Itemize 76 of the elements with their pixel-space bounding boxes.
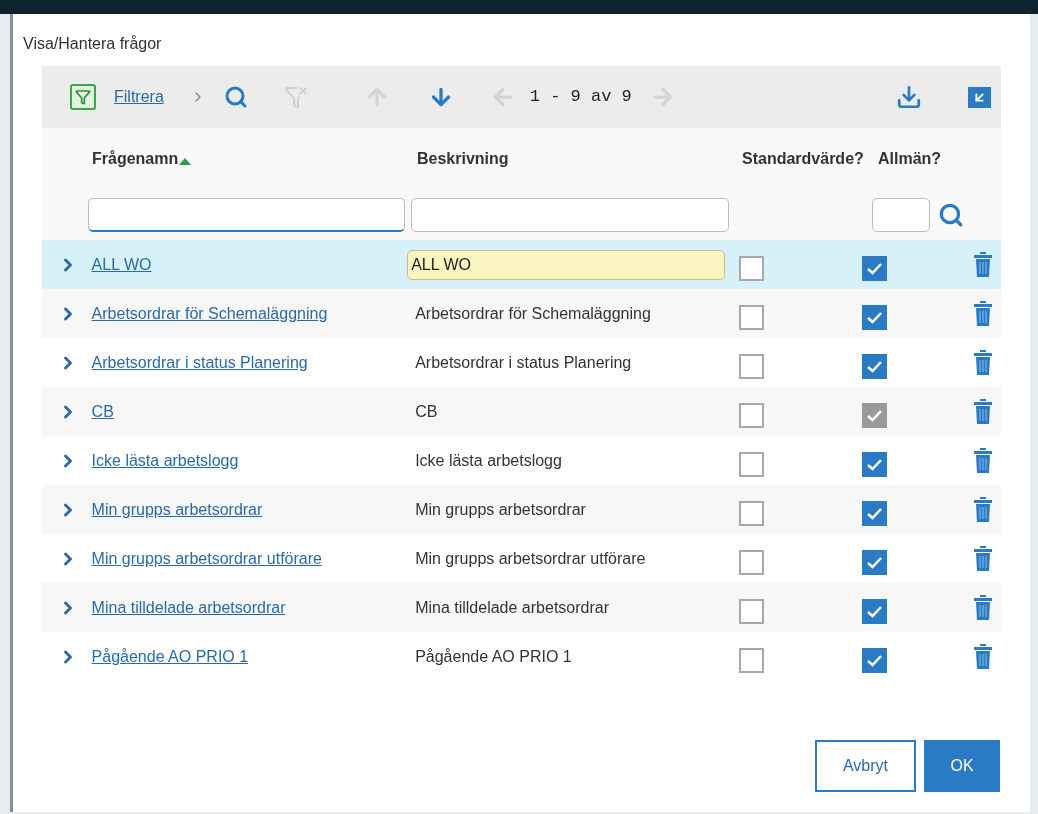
query-name-link[interactable]: CB (91, 402, 114, 420)
cancel-button[interactable]: Avbryt (815, 740, 916, 792)
trash-icon[interactable] (973, 546, 992, 571)
query-name-link[interactable]: Pågående AO PRIO 1 (91, 647, 249, 665)
description-text: Min grupps arbetsordrar (414, 500, 586, 518)
trash-icon[interactable] (973, 301, 992, 326)
checkbox[interactable] (738, 354, 764, 379)
dialog-title: Visa/Hantera frågor (23, 34, 163, 54)
checkbox[interactable] (862, 452, 888, 477)
general-filter-field[interactable] (872, 198, 930, 232)
trash-icon[interactable] (973, 644, 992, 669)
description-text: Pågående AO PRIO 1 (414, 647, 572, 665)
checkbox[interactable] (862, 501, 888, 526)
query-name-link[interactable]: Icke lästa arbetslogg (91, 451, 239, 469)
checkmark-icon (866, 360, 884, 373)
table-row[interactable]: Mina tilldelade arbetsordrar Mina tilldelade arbetsordrar (42, 583, 1001, 632)
table-row[interactable]: ALL WO ALL WO (42, 240, 1001, 289)
trash-icon[interactable] (973, 399, 992, 424)
name-filter-field[interactable] (88, 198, 405, 232)
checkbox[interactable] (862, 550, 888, 575)
column-header[interactable]: Standardvärde? (742, 147, 864, 171)
search-icon[interactable] (938, 202, 964, 228)
description-text: Mina tilldelade arbetsordrar (414, 598, 609, 616)
sort-ascending-icon (179, 158, 192, 165)
column-header[interactable]: Allmän? (878, 147, 942, 171)
query-name-link[interactable]: Mina tilldelade arbetsordrar (91, 598, 286, 616)
checkbox[interactable] (862, 256, 888, 281)
checkmark-icon (866, 556, 884, 569)
trash-icon[interactable] (973, 595, 992, 620)
trash-icon[interactable] (973, 497, 992, 522)
checkbox[interactable] (738, 256, 764, 281)
query-name-link[interactable]: Arbetsordrar för Schemaläggning (91, 304, 328, 322)
query-name-link[interactable]: Min grupps arbetsordrar (91, 500, 263, 518)
description-text: Icke lästa arbetslogg (414, 451, 562, 469)
filter-link[interactable]: Filtrera (114, 85, 164, 109)
description-text: Arbetsordrar för Schemaläggning (414, 304, 651, 322)
checkbox[interactable] (738, 550, 764, 575)
download-icon[interactable] (896, 84, 922, 110)
checkmark-icon (866, 311, 884, 324)
trash-icon[interactable] (973, 448, 992, 473)
description-field[interactable]: ALL WO (407, 249, 726, 280)
checkmark-icon (866, 507, 884, 520)
ok-button[interactable]: OK (924, 740, 1000, 792)
collapse-icon[interactable] (968, 86, 991, 108)
query-name-link[interactable]: Min grupps arbetsordrar utförare (91, 549, 322, 567)
description-text: CB (414, 402, 438, 420)
checkbox[interactable] (862, 599, 888, 624)
filter-icon[interactable] (70, 84, 96, 110)
checkbox[interactable] (738, 403, 764, 428)
search-icon[interactable] (223, 85, 248, 109)
checkbox[interactable] (738, 648, 764, 673)
column-header[interactable]: Frågenamn (92, 147, 192, 171)
query-name-link[interactable]: ALL WO (91, 255, 152, 273)
trash-icon[interactable] (973, 350, 992, 375)
checkbox[interactable] (738, 501, 764, 526)
description-text: Arbetsordrar i status Planering (414, 353, 632, 371)
description-filter-field[interactable] (411, 198, 729, 232)
checkbox[interactable] (738, 599, 764, 624)
checkmark-icon (866, 605, 884, 618)
table-row[interactable]: Arbetsordrar för Schemaläggning Arbetsordrar för Schemaläggning (42, 289, 1001, 338)
checkmark-icon (866, 262, 884, 275)
trash-icon[interactable] (973, 252, 992, 277)
description-text: Min grupps arbetsordrar utförare (414, 549, 646, 567)
checkbox[interactable] (738, 305, 764, 330)
checkbox[interactable] (738, 452, 764, 477)
checkmark-icon (866, 409, 884, 422)
table-row[interactable]: Min grupps arbetsordrar Min grupps arbetsordrar (42, 485, 1001, 534)
column-header[interactable]: Beskrivning (417, 147, 509, 171)
query-name-link[interactable]: Arbetsordrar i status Planering (91, 353, 308, 371)
checkbox[interactable] (862, 648, 888, 673)
table-row[interactable]: CB CB (42, 387, 1001, 436)
checkmark-icon (866, 458, 884, 471)
pagination-text: 1 - 9 av 9 (529, 86, 632, 109)
checkbox[interactable] (862, 354, 888, 379)
checkmark-icon (866, 654, 884, 667)
checkbox[interactable] (862, 305, 888, 330)
